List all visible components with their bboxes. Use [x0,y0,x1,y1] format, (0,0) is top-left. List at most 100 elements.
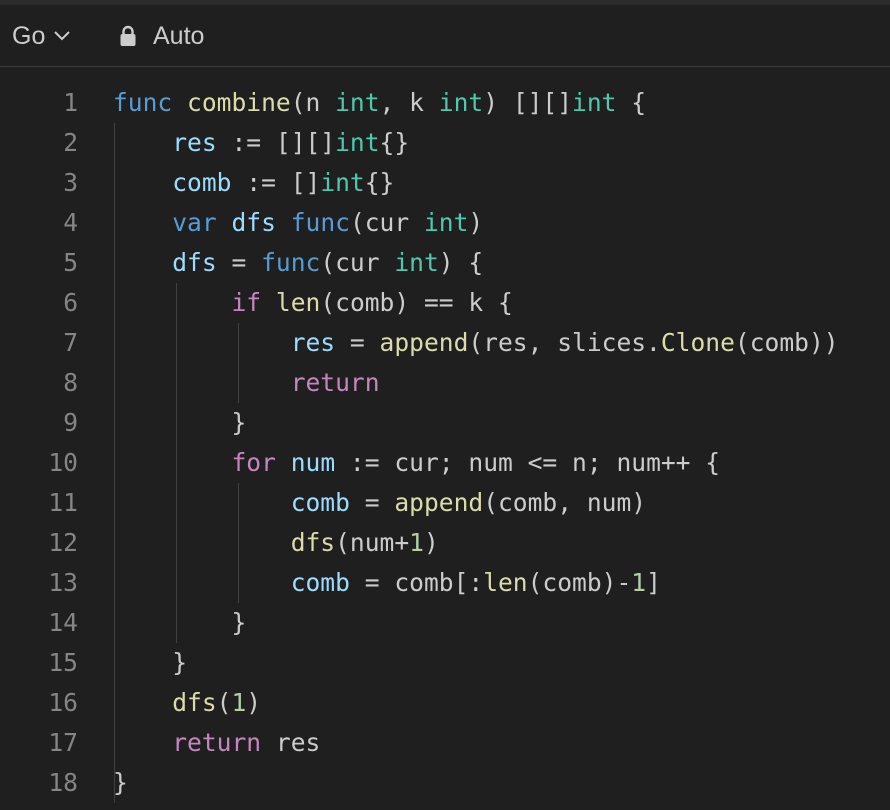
language-selector[interactable]: Go [12,19,71,53]
code-token: (cur [320,248,395,277]
code-token: } [113,648,188,677]
line-number: 8 [63,368,78,397]
code-editor[interactable]: 1 func combine(n int, k int) [][]int {2 r… [0,67,890,810]
lock-icon [120,25,136,46]
code-token: {} [379,128,410,157]
code-token: = [216,248,262,277]
code-token: return [290,368,380,397]
code-token: return [172,728,262,757]
mode-label: Auto [153,21,205,50]
code-token: if [231,288,262,317]
code-line[interactable]: 11 comb = append(comb, num) [0,483,890,523]
code-token: = [349,488,395,517]
line-number: 15 [48,648,78,677]
code-line[interactable]: 10 for num := cur; num <= n; num++ { [0,443,890,483]
code-token: ( [216,688,232,717]
code-line[interactable]: 14 } [0,603,890,643]
code-line[interactable]: 4 var dfs func(cur int) [0,203,890,243]
code-token: int [335,128,380,157]
editor-toolbar: Go Auto [0,5,890,67]
code-token: Clone [660,328,735,357]
code-token: dfs [172,688,217,717]
code-token: ) [423,528,439,557]
code-line[interactable]: 18} [0,763,890,803]
code-token: num [290,448,336,477]
code-text: return [113,363,380,403]
line-number: 5 [63,248,78,277]
line-number: 3 [63,168,78,197]
code-line[interactable]: 9 } [0,403,890,443]
code-token: (cur [349,208,424,237]
code-token: := cur; num <= n; num++ { [335,448,721,477]
code-token: comb [290,568,350,597]
code-line[interactable]: 1 func combine(n int, k int) [][]int { [0,83,890,123]
code-token: for [231,448,276,477]
code-text: comb = append(comb, num) [113,483,646,523]
line-number: 2 [63,128,78,157]
code-token: (comb)- [527,568,632,597]
code-token: ) { [438,248,484,277]
code-text: } [113,603,246,643]
code-line[interactable]: 5 dfs = func(cur int) { [0,243,890,283]
code-token: func [113,88,173,117]
code-token: func [261,248,321,277]
code-token: 1 [409,528,424,557]
mode-indicator[interactable]: Auto [119,19,204,53]
code-token: func [290,208,350,237]
code-text: for num := cur; num <= n; num++ { [113,443,720,483]
code-line[interactable]: 16 dfs(1) [0,683,890,723]
code-token: comb [290,488,350,517]
code-line[interactable]: 13 comb = comb[:len(comb)-1] [0,563,890,603]
code-token: := [] [231,168,321,197]
code-text: } [113,643,187,683]
code-line[interactable]: 15 } [0,643,890,683]
code-token: int [438,88,484,117]
code-token: {} [364,168,395,197]
code-token: (num+ [335,528,410,557]
code-text: } [113,403,246,443]
line-number: 9 [63,408,78,437]
code-line[interactable]: 7 res = append(res, slices.Clone(comb)) [0,323,890,363]
line-number: 18 [48,768,78,797]
code-token: } [113,408,247,437]
line-number: 4 [63,208,78,237]
code-token: (comb)) [734,328,839,357]
line-number: 10 [48,448,78,477]
code-line[interactable]: 8 return [0,363,890,403]
code-line[interactable]: 6 if len(comb) == k { [0,283,890,323]
code-text: func combine(n int, k int) [][]int { [113,83,646,123]
line-number: 12 [48,528,78,557]
code-token: append [379,328,469,357]
code-token: res [261,728,321,757]
code-line[interactable]: 2 res := [][]int{} [0,123,890,163]
code-line[interactable]: 12 dfs(num+1) [0,523,890,563]
code-text: res := [][]int{} [113,123,409,163]
code-token: int [394,248,439,277]
code-token: } [113,768,128,797]
code-token: { [616,88,647,117]
code-text: } [113,763,128,803]
code-line[interactable]: 17 return res [0,723,890,763]
code-token: ) [468,208,484,237]
code-token: (n [290,88,336,117]
code-token: int [572,88,617,117]
code-token: 1 [631,568,647,597]
code-line[interactable]: 3 comb := []int{} [0,163,890,203]
code-token: (comb) == k { [320,288,513,317]
code-token: := [][] [216,128,336,157]
code-token: (res, slices. [468,328,661,357]
code-token: } [113,608,247,637]
code-token: res [172,128,217,157]
